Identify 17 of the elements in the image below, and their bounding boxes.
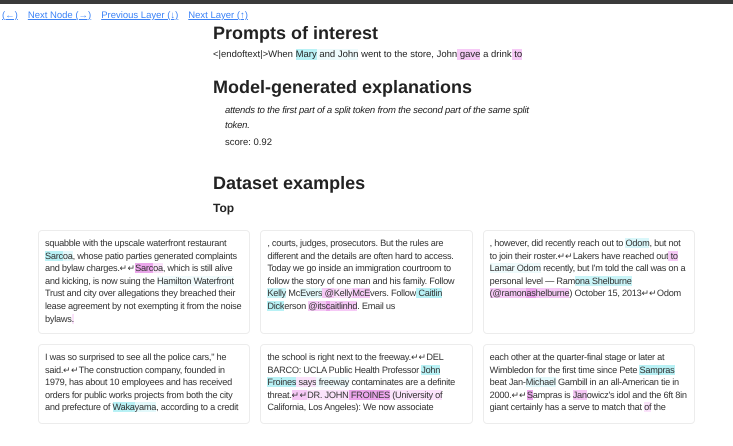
nav-link[interactable]: Next Layer (↑)	[188, 10, 248, 22]
example-text: the school is right next to the freeway.↵↵DEL BARCO: UCLA Public Health Professor John Froines says freeway contaminates are a definite threat.↵↵DR. JOHN FROINES (University of California, Los Angeles): We now associate	[267, 351, 456, 414]
subheading: Top	[213, 200, 236, 216]
example-text: I was so surprised to see all the police cars," he said.↵↵The construction company, founded in 1979, has about 10 employees and has received orders for public works projects from both the city and prefecture of Wakayama, according to a credit	[45, 351, 240, 414]
example-text: , courts, judges, prosecutors. But the rules are different and the details are often hard to access. Today we go inside an immigration courtroom to follow the story of one man and his family. Follow Kelly McEvers @KellyMcEvers. Follow Caitlin Dickerson @itscaitlinhd. Email us	[267, 237, 456, 313]
prompt-text: <|endoftext|>When Mary and John went to the store, John gave a drink to	[213, 48, 524, 62]
section-heading: Prompts of interest	[213, 22, 380, 44]
nav-link[interactable]: Previous Layer (↓)	[101, 10, 178, 22]
nav-link[interactable]: Next Node (→)	[28, 10, 92, 22]
example-text: , however, did recently reach out to Odom, but not to join their roster.↵↵Lakers have reached out to Lamar Odom recently, but I'm told the call was on a personal level — Ramona Shelburne (@ramonashelburne) October 15, 2013↵↵Odom	[490, 237, 687, 300]
nav-link[interactable]: (←)	[2, 10, 18, 22]
section-heading: Dataset examples	[213, 172, 366, 194]
section-heading: Model-generated explanations	[213, 76, 474, 98]
example-text: squabble with the upscale waterfront restaurant Sarcoa, whose patio parties generated complaints and bylaw charges.↵↵Sarcoa, which is still alive and kicking, is now suing the Hamilton Waterfront Trust and city over allegations they breached their lease agreement by not exempting it from the noise bylaws.	[45, 237, 242, 326]
explanation-text: attends to the first part of a split token from the second part of the same split token.	[225, 104, 530, 133]
example-text: each other at the quarter-final stage or later at Wimbledon for the first time since Pete Sampras beat Jan-Michael Gambill in an all-American tie in 2000.↵↵Sampras is Janowicz's idol and the 6ft 8in giant certainly has a serve to match that of the	[490, 351, 688, 414]
score-text: score: 0.92	[225, 136, 273, 150]
